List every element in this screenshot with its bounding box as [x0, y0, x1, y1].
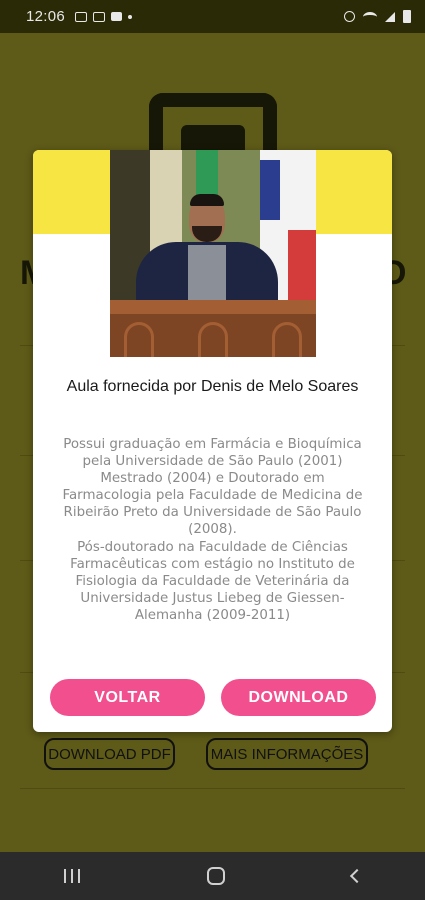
- mail-icon: [93, 11, 106, 22]
- status-time: 12:06: [26, 8, 66, 25]
- dialog-title: Aula fornecida por Denis de Melo Soares: [66, 378, 359, 395]
- dialog-description: Possui graduação em Farmácia e Bioquímic…: [62, 437, 363, 623]
- video-icon: [111, 12, 123, 21]
- instructor-photo: [110, 150, 316, 357]
- home-icon[interactable]: [206, 867, 225, 885]
- recents-icon[interactable]: [63, 869, 80, 883]
- alarm-icon: [344, 11, 355, 22]
- image-icon: [75, 11, 88, 22]
- signal-icon: [385, 11, 395, 22]
- more-info-button: MAIS INFORMAÇÕES: [206, 738, 368, 770]
- wifi-icon: [363, 11, 377, 22]
- navigation-bar: [0, 852, 425, 900]
- dot-icon: [128, 14, 133, 19]
- download-pdf-button: DOWNLOAD PDF: [44, 738, 175, 770]
- back-button[interactable]: VOLTAR: [50, 679, 205, 716]
- download-button[interactable]: DOWNLOAD: [221, 679, 376, 716]
- divider: [20, 788, 405, 789]
- system-icons: [344, 10, 411, 23]
- back-icon[interactable]: [349, 868, 364, 884]
- battery-icon: [403, 10, 411, 23]
- instructor-dialog: Aula fornecida por Denis de Melo Soares …: [33, 150, 392, 732]
- notification-icons: [75, 11, 133, 22]
- status-bar: 12:06: [0, 0, 425, 33]
